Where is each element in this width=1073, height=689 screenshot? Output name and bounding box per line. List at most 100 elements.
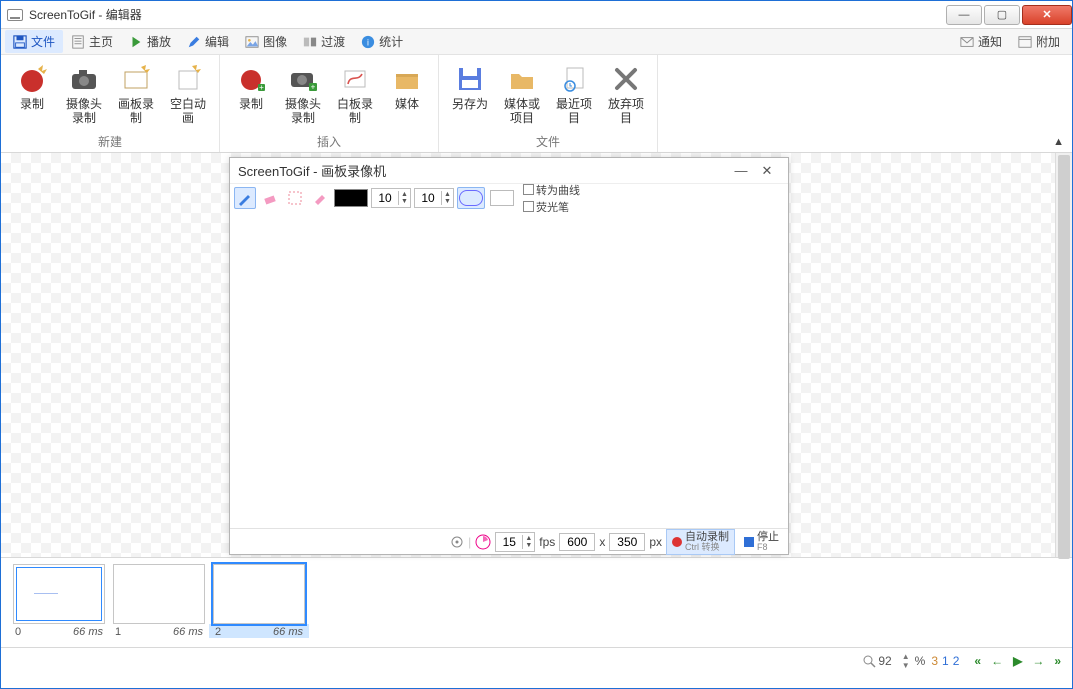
fps-label: fps (539, 535, 555, 549)
menu-play-label: 播放 (147, 33, 171, 50)
vertical-scrollbar[interactable] (1055, 153, 1072, 557)
menu-notify[interactable]: 通知 (952, 30, 1010, 53)
close-button[interactable]: ✕ (1022, 5, 1072, 25)
titlebar: ScreenToGif - 编辑器 — ▢ ✕ (1, 1, 1072, 29)
fps-input[interactable] (496, 535, 522, 549)
pct-label: % (915, 654, 926, 668)
page-icon (71, 35, 85, 49)
frame-thumb[interactable]: 166 ms (109, 564, 209, 638)
tip-size-spinner[interactable]: ▲▼ (414, 188, 454, 208)
board-minimize-button[interactable]: — (728, 161, 754, 181)
rect-shape-button[interactable] (488, 187, 516, 209)
tip-size-input[interactable] (415, 191, 441, 205)
svg-text:+: + (311, 83, 316, 92)
media-project-button[interactable]: 媒体或项目 (497, 59, 547, 131)
board-recorder-window: ScreenToGif - 画板录像机 — ✕ ▲▼ ▲▼ 转为曲线 荧光 (229, 157, 789, 555)
ellipse-shape-button[interactable] (457, 187, 485, 209)
pen-tool-button[interactable] (234, 187, 256, 209)
discard-project-button[interactable]: 放弃项目 (601, 59, 651, 131)
maximize-button[interactable]: ▢ (984, 5, 1020, 25)
board-canvas[interactable] (230, 212, 788, 528)
count-2: 1 (942, 654, 949, 668)
window-buttons: — ▢ ✕ (944, 5, 1072, 25)
menu-home[interactable]: 主页 (63, 30, 121, 53)
menu-attach-label: 附加 (1036, 33, 1060, 50)
app-icon (7, 9, 23, 21)
menu-edit[interactable]: 编辑 (179, 30, 237, 53)
frames-strip: ———— 066 ms 166 ms 266 ms (1, 558, 1072, 648)
whiteboard-icon (339, 63, 371, 95)
stroke-width-input[interactable] (372, 191, 398, 205)
new-record-button[interactable]: 录制 (7, 59, 57, 131)
menu-stats[interactable]: i 统计 (353, 30, 411, 53)
settings-icon[interactable] (450, 535, 464, 549)
nav-last-button[interactable]: » (1049, 654, 1066, 668)
auto-record-button[interactable]: 自动录制 Ctrl 转换 (666, 529, 735, 555)
recent-icon (558, 63, 590, 95)
board-close-button[interactable]: ✕ (754, 161, 780, 181)
saveas-button[interactable]: 另存为 (445, 59, 495, 131)
color-swatch[interactable] (334, 189, 368, 207)
board-title: ScreenToGif - 画板录像机 (238, 161, 386, 180)
new-blank-button[interactable]: 空白动画 (163, 59, 213, 131)
svg-text:i: i (367, 37, 369, 47)
ribbon-group-insert: + 录制 + 摄像头录制 白板录制 媒体 插入 (220, 55, 439, 152)
zoom-stepper[interactable]: ▲▼ (897, 653, 915, 669)
folder-open-icon (506, 63, 538, 95)
menu-edit-label: 编辑 (205, 33, 229, 50)
ribbon-collapse-button[interactable]: ▲ (1053, 136, 1064, 148)
menu-file-label: 文件 (31, 33, 55, 50)
menu-play[interactable]: 播放 (121, 30, 179, 53)
blank-icon (172, 63, 204, 95)
svg-text:+: + (259, 83, 264, 92)
canvas-area: ScreenToGif - 画板录像机 — ✕ ▲▼ ▲▼ 转为曲线 荧光 (1, 153, 1072, 558)
width-input[interactable] (559, 533, 595, 551)
insert-media-button[interactable]: 媒体 (382, 59, 432, 131)
stop-button[interactable]: 停止 F8 (739, 530, 784, 554)
fps-spinner[interactable]: ▲▼ (495, 532, 535, 552)
frame-thumb[interactable]: 266 ms (209, 564, 309, 638)
nav-first-button[interactable]: « (969, 654, 986, 668)
insert-record-button[interactable]: + 录制 (226, 59, 276, 131)
menu-home-label: 主页 (89, 33, 113, 50)
image-icon (245, 35, 259, 49)
board-titlebar[interactable]: ScreenToGif - 画板录像机 — ✕ (230, 158, 788, 184)
close-x-icon (610, 63, 642, 95)
insert-whiteboard-button[interactable]: 白板录制 (330, 59, 380, 131)
x-label: x (599, 535, 605, 549)
menu-transition[interactable]: 过渡 (295, 30, 353, 53)
camera-icon (68, 63, 100, 95)
menu-image-label: 图像 (263, 33, 287, 50)
menu-file[interactable]: 文件 (5, 30, 63, 53)
new-webcam-button[interactable]: 摄像头录制 (59, 59, 109, 131)
group-insert-label: 插入 (317, 133, 341, 150)
nav-next-button[interactable]: → (1027, 654, 1049, 668)
save-icon (13, 35, 27, 49)
minimize-button[interactable]: — (946, 5, 982, 25)
transition-icon (303, 35, 317, 49)
menubar: 文件 主页 播放 编辑 图像 过渡 i 统计 通知 附加 (1, 29, 1072, 55)
insert-webcam-button[interactable]: + 摄像头录制 (278, 59, 328, 131)
menu-stats-label: 统计 (379, 33, 403, 50)
group-file-label: 文件 (536, 133, 560, 150)
new-board-button[interactable]: 画板录制 (111, 59, 161, 131)
menu-transition-label: 过渡 (321, 33, 345, 50)
zoom-button[interactable]: 92 (857, 654, 896, 668)
nav-prev-button[interactable]: ← (986, 654, 1008, 668)
record-dot-icon (672, 537, 682, 547)
menu-attach[interactable]: 附加 (1010, 30, 1068, 53)
stroke-width-spinner[interactable]: ▲▼ (371, 188, 411, 208)
px-label: px (649, 535, 662, 549)
curve-checkbox[interactable]: 转为曲线 (523, 182, 580, 198)
mail-icon (960, 35, 974, 49)
eraser-tool-button[interactable] (259, 187, 281, 209)
eraser2-tool-button[interactable] (309, 187, 331, 209)
recent-project-button[interactable]: 最近项目 (549, 59, 599, 131)
magnifier-icon (862, 654, 876, 668)
frame-thumb[interactable]: ———— 066 ms (9, 564, 109, 638)
select-tool-button[interactable] (284, 187, 306, 209)
pencil-icon (187, 35, 201, 49)
nav-play-button[interactable]: ▶ (1008, 654, 1027, 668)
height-input[interactable] (609, 533, 645, 551)
menu-image[interactable]: 图像 (237, 30, 295, 53)
